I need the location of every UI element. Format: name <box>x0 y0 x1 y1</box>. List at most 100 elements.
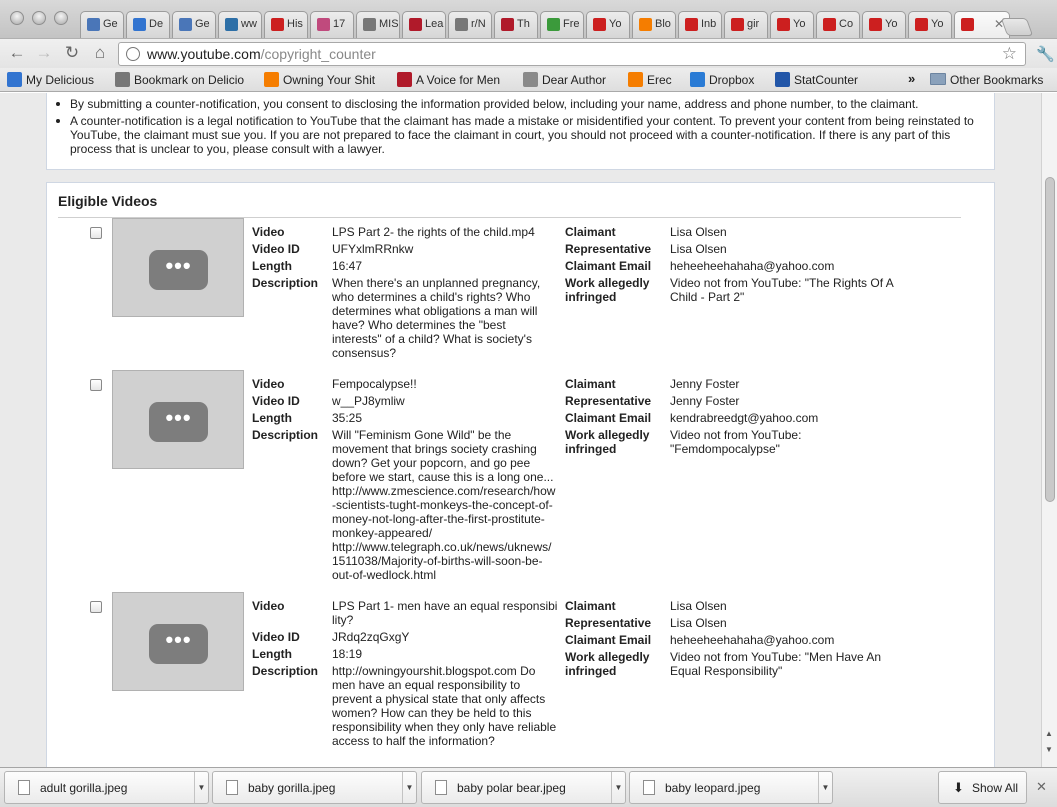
other-bookmarks-folder[interactable]: Other Bookmarks <box>930 73 1043 87</box>
tab-title: ww <box>241 18 257 30</box>
new-tab-button[interactable] <box>1000 18 1034 36</box>
label-video-description: Description <box>252 276 319 290</box>
tab-12[interactable]: Blo <box>632 11 676 38</box>
download-item-0[interactable]: adult gorilla.jpeg ▼ <box>4 771 209 804</box>
tab-4[interactable]: His <box>264 11 308 38</box>
tab-6[interactable]: MIS <box>356 11 400 38</box>
page-viewport: By submitting a counter-notification, yo… <box>0 93 1041 767</box>
url-path: /copyright_counter <box>260 46 376 62</box>
tab-title: Yo <box>885 18 898 30</box>
tab-11[interactable]: Yo <box>586 11 630 38</box>
tab-title: Lea <box>425 18 444 30</box>
claimant-name: Lisa Olsen <box>670 225 727 239</box>
tab-14[interactable]: gir <box>724 11 768 38</box>
label-video-length: Length <box>252 647 292 661</box>
bookmark-5[interactable]: Erec <box>628 72 672 87</box>
bookmark-6[interactable]: Dropbox <box>690 72 754 87</box>
tab-18[interactable]: Yo <box>908 11 952 38</box>
video-id: UFYxlmRRnkw <box>332 242 414 256</box>
tab-15[interactable]: Yo <box>770 11 814 38</box>
forward-arrow-icon[interactable]: → <box>33 43 55 63</box>
scrollbar-thumb[interactable] <box>1045 177 1055 502</box>
youtube-icon <box>823 18 836 31</box>
statcounter-icon <box>775 72 790 87</box>
tab-title: MIS <box>379 18 399 30</box>
download-menu-arrow-icon[interactable]: ▼ <box>402 772 416 803</box>
tab-0[interactable]: Ge <box>80 11 124 38</box>
tab-title: Yo <box>609 18 622 30</box>
tab-title: Fre <box>563 18 580 30</box>
tab-8[interactable]: r/N <box>448 11 492 38</box>
bookmark-3[interactable]: A Voice for Men <box>397 72 501 87</box>
globe-icon <box>363 18 376 31</box>
other-bookmarks-label: Other Bookmarks <box>950 73 1044 87</box>
tab-13[interactable]: Inb <box>678 11 722 38</box>
video-thumbnail[interactable]: ••• <box>112 218 244 317</box>
label-representative-name: Representative <box>565 394 652 408</box>
close-window-button[interactable] <box>10 11 24 25</box>
tab-19[interactable]: ✕ <box>954 11 1010 38</box>
show-all-downloads-button[interactable]: ⬇ Show All <box>938 771 1027 804</box>
work-infringed: Video not from YouTube: "Men Have An Equ… <box>670 650 882 678</box>
bookmark-1[interactable]: Bookmark on Delicio <box>115 72 244 87</box>
download-item-2[interactable]: baby polar bear.jpeg ▼ <box>421 771 626 804</box>
back-arrow-icon[interactable]: ← <box>6 43 28 63</box>
video-select-checkbox[interactable] <box>90 601 102 613</box>
address-bar[interactable]: www.youtube.com/copyright_counter ☆ <box>118 42 1026 66</box>
close-shelf-icon[interactable]: ✕ <box>1036 779 1047 795</box>
tab-1[interactable]: De <box>126 11 170 38</box>
bookmark-star-icon[interactable]: ☆ <box>1002 44 1017 64</box>
tab-2[interactable]: Ge <box>172 11 216 38</box>
tab-9[interactable]: Th <box>494 11 538 38</box>
tab-16[interactable]: Co <box>816 11 860 38</box>
download-item-1[interactable]: baby gorilla.jpeg ▼ <box>212 771 417 804</box>
label-video-title: Video <box>252 599 285 613</box>
youtube-icon <box>731 18 744 31</box>
video-thumbnail[interactable]: ••• <box>112 370 244 469</box>
bookmark-4[interactable]: Dear Author <box>523 72 606 87</box>
video-placeholder-icon: ••• <box>149 402 208 442</box>
tab-title: Co <box>839 18 854 30</box>
tab-5[interactable]: 17 <box>310 11 354 38</box>
youtube-icon <box>915 18 928 31</box>
wrench-menu-icon[interactable]: 🔧 <box>1036 45 1055 63</box>
video-length: 16:47 <box>332 259 363 273</box>
label-video-length: Length <box>252 411 292 425</box>
scroll-down-icon[interactable]: ▼ <box>1045 745 1053 754</box>
claimant-email: kendrabreedgt@yahoo.com <box>670 411 819 425</box>
video-placeholder-icon: ••• <box>149 624 208 664</box>
video-select-checkbox[interactable] <box>90 227 102 239</box>
zoom-window-button[interactable] <box>54 11 68 25</box>
video-title: Fempocalypse!! <box>332 377 417 391</box>
flower-icon <box>317 18 330 31</box>
download-filename: baby leopard.jpeg <box>665 781 761 795</box>
download-item-3[interactable]: baby leopard.jpeg ▼ <box>629 771 833 804</box>
bookmark-label: A Voice for Men <box>416 73 501 87</box>
video-thumbnail[interactable]: ••• <box>112 592 244 691</box>
bookmark-2[interactable]: Owning Your Shit <box>264 72 375 87</box>
label-video-id: Video ID <box>252 394 300 408</box>
download-menu-arrow-icon[interactable]: ▼ <box>818 772 832 803</box>
tab-10[interactable]: Fre <box>540 11 584 38</box>
video-select-checkbox[interactable] <box>90 379 102 391</box>
browser-toolbar: ← → ↻ ⌂ www.youtube.com/copyright_counte… <box>0 38 1057 68</box>
tab-3[interactable]: ww <box>218 11 262 38</box>
minimize-window-button[interactable] <box>32 11 46 25</box>
page-scrollbar[interactable]: ▲ ▼ <box>1041 93 1057 767</box>
avfm-icon <box>501 18 514 31</box>
notice-consent: By submitting a counter-notification, yo… <box>56 97 994 111</box>
bookmarks-overflow-button[interactable]: » <box>908 71 915 86</box>
blogger-icon <box>628 72 643 87</box>
bookmark-7[interactable]: StatCounter <box>775 72 858 87</box>
label-claimant-email: Claimant Email <box>565 259 652 273</box>
video-length: 35:25 <box>332 411 363 425</box>
scroll-up-icon[interactable]: ▲ <box>1045 729 1053 738</box>
download-menu-arrow-icon[interactable]: ▼ <box>194 772 208 803</box>
tab-7[interactable]: Lea <box>402 11 446 38</box>
reload-icon[interactable]: ↻ <box>61 43 83 63</box>
home-icon[interactable]: ⌂ <box>89 43 111 63</box>
download-menu-arrow-icon[interactable]: ▼ <box>611 772 625 803</box>
tab-17[interactable]: Yo <box>862 11 906 38</box>
video-id: JRdq2zqGxgY <box>332 630 410 644</box>
bookmark-0[interactable]: My Delicious <box>7 72 94 87</box>
